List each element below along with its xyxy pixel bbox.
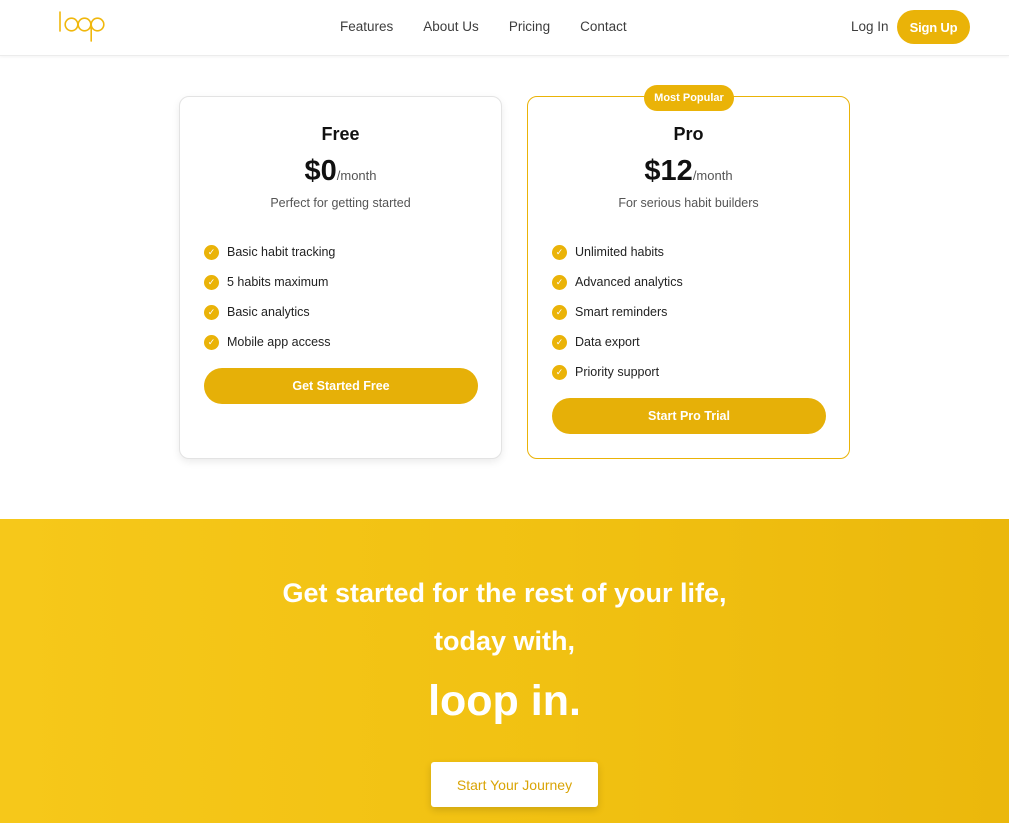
- cta-section: Get started for the rest of your life, t…: [0, 519, 1009, 823]
- check-icon: ✓: [204, 274, 219, 290]
- feature-item: ✓ Basic habit tracking: [204, 237, 335, 267]
- plan-price: $0/month: [180, 155, 501, 188]
- feature-item: ✓ Unlimited habits: [552, 237, 683, 267]
- feature-label: Smart reminders: [575, 305, 668, 319]
- main-nav: Features About Us Pricing Contact: [340, 19, 657, 34]
- feature-item: ✓ Mobile app access: [204, 327, 335, 357]
- site-header: Features About Us Pricing Contact Log In…: [0, 0, 1009, 56]
- feature-item: ✓ Priority support: [552, 357, 683, 387]
- price-amount: $0: [304, 155, 337, 187]
- feature-item: ✓ Smart reminders: [552, 297, 683, 327]
- most-popular-badge: Most Popular: [644, 85, 734, 111]
- free-plan-card: Free $0/month Perfect for getting starte…: [179, 96, 502, 459]
- loop-logo-icon[interactable]: [57, 9, 109, 43]
- check-icon: ✓: [204, 334, 219, 350]
- feature-label: Advanced analytics: [575, 275, 683, 289]
- feature-label: Basic analytics: [227, 305, 310, 319]
- login-link[interactable]: Log In: [851, 19, 889, 34]
- start-your-journey-button[interactable]: Start Your Journey: [431, 762, 598, 807]
- feature-item: ✓ 5 habits maximum: [204, 267, 335, 297]
- check-icon: ✓: [552, 244, 567, 260]
- check-icon: ✓: [552, 304, 567, 320]
- feature-list: ✓ Unlimited habits ✓ Advanced analytics ✓ S…: [552, 237, 683, 387]
- check-icon: ✓: [204, 244, 219, 260]
- feature-item: ✓ Data export: [552, 327, 683, 357]
- start-pro-trial-button[interactable]: Start Pro Trial: [552, 398, 826, 434]
- check-icon: ✓: [552, 364, 567, 380]
- check-icon: ✓: [204, 304, 219, 320]
- feature-item: ✓ Basic analytics: [204, 297, 335, 327]
- feature-item: ✓ Advanced analytics: [552, 267, 683, 297]
- plan-subtitle: For serious habit builders: [618, 196, 759, 210]
- price-period: /month: [336, 168, 377, 183]
- plan-subtitle: Perfect for getting started: [270, 196, 411, 210]
- nav-about-us[interactable]: About Us: [423, 19, 479, 34]
- check-icon: ✓: [552, 334, 567, 350]
- feature-label: 5 habits maximum: [227, 275, 329, 289]
- cta-heading-line2: today with,: [434, 626, 575, 656]
- signup-button[interactable]: Sign Up: [897, 10, 970, 44]
- get-started-free-button[interactable]: Get Started Free: [204, 368, 478, 404]
- feature-label: Priority support: [575, 365, 660, 379]
- feature-label: Data export: [575, 335, 640, 349]
- nav-contact[interactable]: Contact: [580, 19, 627, 34]
- check-icon: ✓: [552, 274, 567, 290]
- nav-features[interactable]: Features: [340, 19, 393, 34]
- feature-label: Unlimited habits: [575, 245, 664, 259]
- feature-label: Basic habit tracking: [227, 245, 336, 259]
- plan-price: $12/month: [528, 155, 849, 188]
- pro-plan-card: Most Popular Pro $12/month For serious h…: [527, 85, 850, 459]
- price-amount: $12: [644, 155, 693, 187]
- cta-brand-text: loop in.: [428, 677, 581, 725]
- plan-title: Free: [321, 124, 360, 144]
- nav-pricing[interactable]: Pricing: [509, 19, 550, 34]
- feature-label: Mobile app access: [227, 335, 331, 349]
- plan-title: Pro: [673, 124, 704, 144]
- feature-list: ✓ Basic habit tracking ✓ 5 habits maximum …: [204, 237, 335, 357]
- cta-heading-line1: Get started for the rest of your life,: [282, 578, 727, 608]
- price-period: /month: [692, 168, 733, 183]
